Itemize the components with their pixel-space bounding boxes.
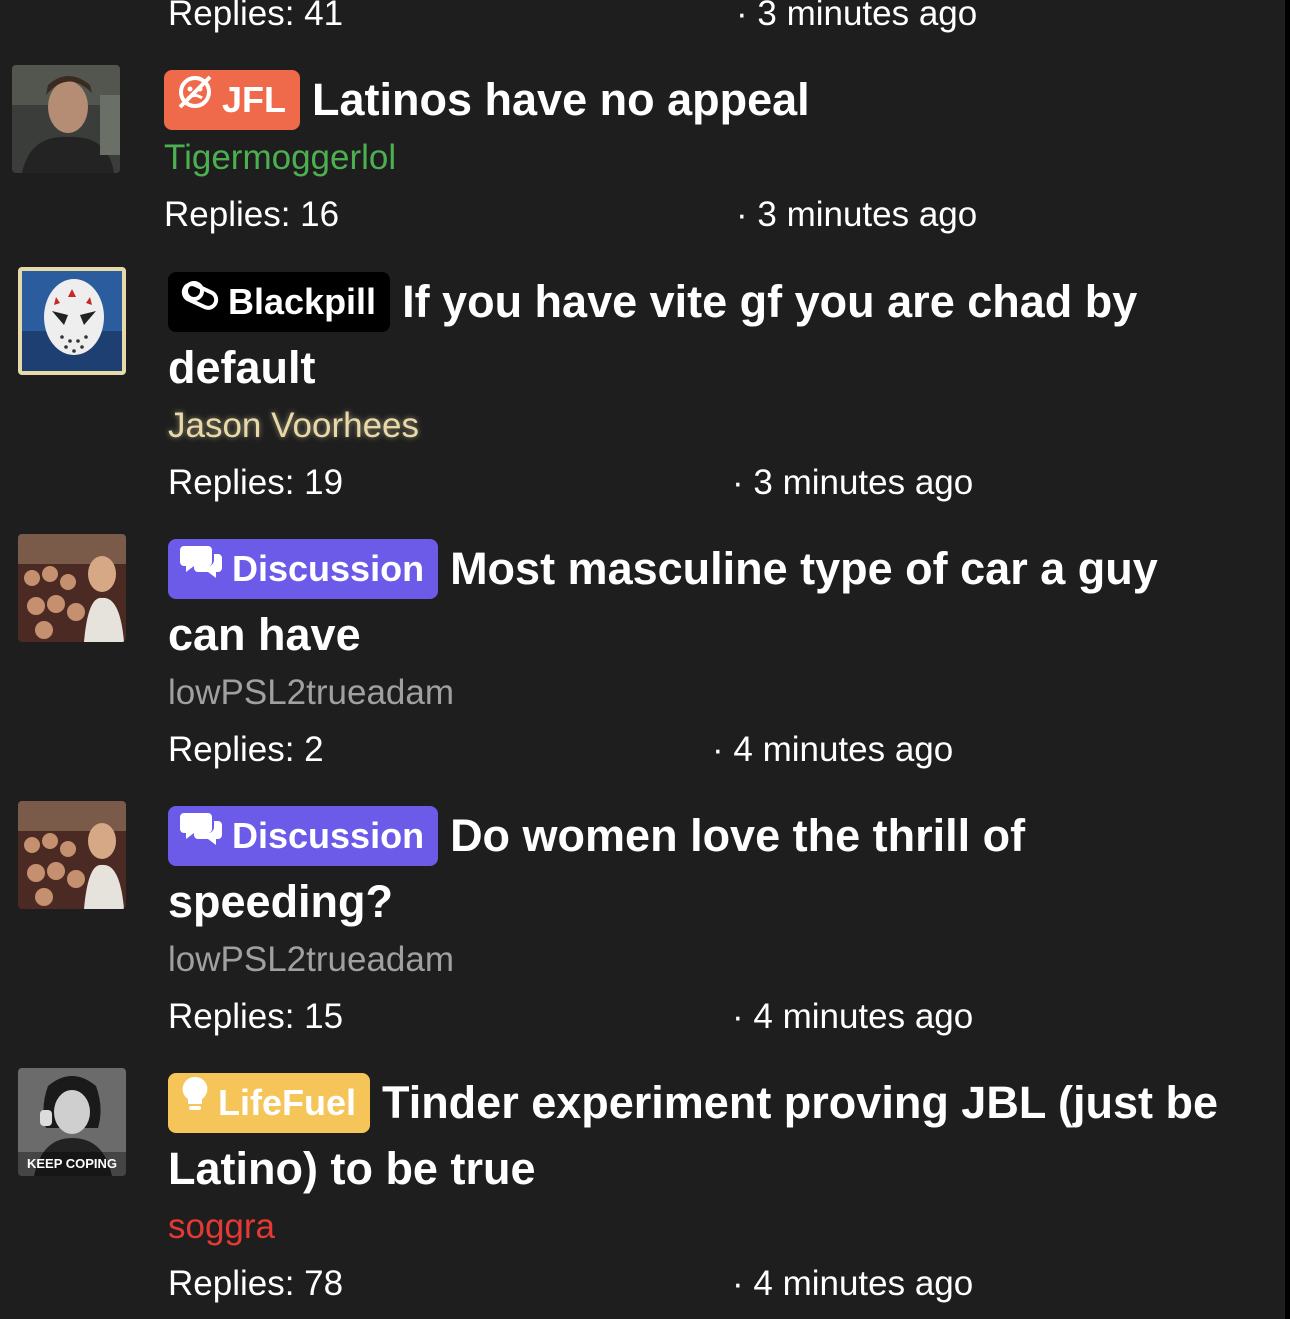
thread-title-line: Discussion Most masculine type of car a g… <box>168 536 1245 668</box>
replies-count: Replies: 2 <box>168 730 324 769</box>
thread-meta: Replies: 19 · 3 minutes ago <box>168 455 1245 511</box>
replies-count: Replies: 41 <box>168 0 344 33</box>
thread-title-line: Blackpill If you have vite gf you are cha… <box>168 269 1245 401</box>
thread-author[interactable]: lowPSL2trueadam <box>168 668 1245 718</box>
avatar[interactable] <box>18 534 126 642</box>
tag-label: LifeFuel <box>218 1082 357 1123</box>
replies-count: Replies: 78 <box>168 1264 344 1303</box>
tag-badge[interactable]: JFL <box>164 69 301 130</box>
avatar[interactable]: KEEP COPING <box>18 1068 126 1176</box>
thread-meta-partial: Replies: 41 · 3 minutes ago <box>164 0 1285 33</box>
chat-bubbles-icon <box>180 538 224 598</box>
thread-time: · 4 minutes ago <box>732 997 974 1036</box>
thread-title-line: Discussion Do women love the thrill of sp… <box>168 803 1245 935</box>
tag-label: Discussion <box>232 815 425 856</box>
avatar[interactable] <box>18 801 126 909</box>
thread-meta: Replies: 15 · 4 minutes ago <box>168 989 1245 1045</box>
avatar[interactable] <box>18 267 126 375</box>
thread-title[interactable]: Latinos have no appeal <box>312 74 810 125</box>
thread-meta: Replies: 16 · 3 minutes ago <box>164 187 1245 243</box>
lightbulb-icon <box>180 1072 210 1132</box>
thread-time: · 4 minutes ago <box>732 1264 974 1303</box>
replies-count: Replies: 15 <box>168 997 344 1036</box>
avatar-image <box>22 271 122 371</box>
avatar-caption: KEEP COPING <box>27 1156 117 1171</box>
tag-badge[interactable]: Discussion <box>168 805 439 866</box>
thread-meta: Replies: 78 · 4 minutes ago <box>168 1256 1245 1312</box>
tag-badge[interactable]: Blackpill <box>168 271 391 332</box>
jfl-icon <box>176 69 214 129</box>
replies-count: Replies: 16 <box>164 195 340 234</box>
thread-title-line: LifeFuel Tinder experiment proving JBL (j… <box>168 1070 1245 1202</box>
tag-badge[interactable]: LifeFuel <box>168 1072 371 1133</box>
tag-label: Blackpill <box>228 281 377 322</box>
avatar-image <box>18 801 126 909</box>
thread-feed: Replies: 41 · 3 minutes ago JFL Latinos h… <box>0 0 1285 1319</box>
avatar-image <box>12 65 120 173</box>
avatar-image <box>18 534 126 642</box>
avatar-image: KEEP COPING <box>18 1068 126 1176</box>
thread-author[interactable]: Tigermoggerlol <box>164 133 1245 183</box>
tag-badge[interactable]: Discussion <box>168 538 439 599</box>
replies-count: Replies: 19 <box>168 463 344 502</box>
tag-label: JFL <box>222 79 287 120</box>
thread-author[interactable]: soggra <box>168 1202 1245 1252</box>
scrollbar-track <box>1285 0 1290 1319</box>
thread-author[interactable]: lowPSL2trueadam <box>168 935 1245 985</box>
thread-meta: Replies: 2 · 4 minutes ago <box>168 722 1245 778</box>
tag-label: Discussion <box>232 548 425 589</box>
thread-time: · 4 minutes ago <box>712 730 954 769</box>
thread-time: · 3 minutes ago <box>732 463 974 502</box>
thread-time: · 3 minutes ago <box>736 0 978 33</box>
pill-icon <box>180 271 220 331</box>
chat-bubbles-icon <box>180 805 224 865</box>
thread-time: · 3 minutes ago <box>736 195 978 234</box>
avatar[interactable] <box>12 65 120 173</box>
thread-title-line: JFL Latinos have no appeal <box>164 67 1245 133</box>
thread-author[interactable]: Jason Voorhees <box>168 401 1245 451</box>
